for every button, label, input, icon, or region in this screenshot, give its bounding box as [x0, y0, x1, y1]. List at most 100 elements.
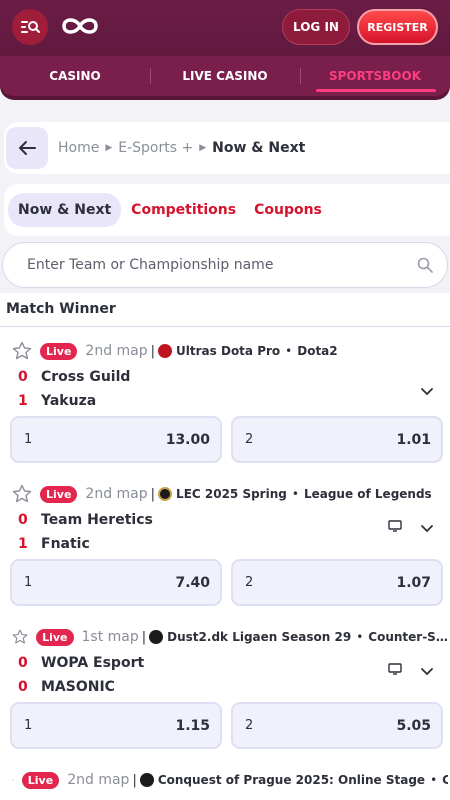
away-team-row[interactable]: 1 Yakuza: [18, 393, 96, 409]
event-header: Live 2nd map | Conquest of Prague 2025: …: [12, 770, 448, 790]
breadcrumb: Home ▶ E-Sports + ▶ Now & Next: [58, 140, 305, 156]
menu-search-button[interactable]: [12, 9, 48, 45]
nav-item-sportsbook[interactable]: SPORTSBOOK: [300, 56, 450, 96]
competition-name[interactable]: LEC 2025 Spring: [176, 487, 287, 501]
league-of-legends-icon: [158, 487, 173, 501]
selection-label: 1: [24, 718, 33, 733]
game-name: Counter…: [442, 773, 448, 787]
away-team-row[interactable]: 0 MASONIC: [18, 679, 115, 695]
selection-label: 1: [24, 432, 33, 447]
separator: |: [132, 772, 137, 788]
home-team-row[interactable]: 0 Cross Guild: [18, 369, 130, 385]
odds-price: 1.15: [175, 717, 210, 734]
home-team: WOPA Esport: [41, 655, 145, 671]
tab-competitions[interactable]: Competitions: [131, 202, 236, 218]
separator: •: [285, 344, 293, 358]
event-period: 2nd map: [85, 486, 148, 502]
separator: •: [356, 630, 364, 644]
breadcrumb-separator-icon: ▶: [199, 143, 207, 153]
tv-stream-icon[interactable]: [388, 663, 402, 675]
chevron-down-icon[interactable]: [420, 667, 434, 677]
odds-button-away[interactable]: 2 5.05: [231, 702, 443, 749]
odds-button-home[interactable]: 1 7.40: [10, 559, 222, 606]
competition-name[interactable]: Conquest of Prague 2025: Online Stage: [158, 773, 425, 787]
login-button[interactable]: LOG IN: [282, 9, 350, 45]
event-header: Live 2nd map | LEC 2025 Spring • League …: [12, 484, 448, 504]
event-card: Live 2nd map | LEC 2025 Spring • League …: [0, 470, 450, 613]
game-name: Counter-Strike: [368, 630, 448, 644]
breadcrumb-esports[interactable]: E-Sports +: [118, 140, 193, 156]
star-icon[interactable]: [12, 341, 32, 361]
tab-now-next[interactable]: Now & Next: [8, 193, 122, 227]
selection-label: 2: [245, 718, 254, 733]
away-team-row[interactable]: 1 Fnatic: [18, 536, 90, 552]
game-name: League of Legends: [303, 487, 432, 501]
star-icon[interactable]: [12, 770, 14, 790]
competition-name[interactable]: Dust2.dk Ligaen Season 29: [167, 630, 351, 644]
top-header: LOG IN REGISTER CASINO LIVE CASINO SPORT…: [0, 0, 450, 100]
search-input[interactable]: [27, 257, 407, 273]
event-header: Live 1st map | Dust2.dk Ligaen Season 29…: [12, 627, 448, 647]
breadcrumb-home[interactable]: Home: [58, 140, 99, 156]
tab-coupons[interactable]: Coupons: [254, 202, 322, 218]
home-score: 0: [18, 655, 28, 671]
odds-price: 7.40: [175, 574, 210, 591]
home-score: 0: [18, 512, 28, 528]
counter-strike-icon: [139, 773, 154, 787]
star-icon[interactable]: [12, 484, 32, 504]
odds-button-home[interactable]: 1 1.15: [10, 702, 222, 749]
event-card: Live 1st map | Dust2.dk Ligaen Season 29…: [0, 613, 450, 756]
event-card: Live 2nd map | Conquest of Prague 2025: …: [0, 756, 450, 800]
home-team-row[interactable]: 0 Team Heretics: [18, 512, 153, 528]
odds-button-away[interactable]: 2 1.01: [231, 416, 443, 463]
back-button[interactable]: [6, 127, 48, 169]
selection-label: 1: [24, 575, 33, 590]
breadcrumb-current: Now & Next: [212, 140, 306, 156]
register-button[interactable]: REGISTER: [357, 9, 438, 45]
odds-button-home[interactable]: 1 13.00: [10, 416, 222, 463]
event-period: 2nd map: [67, 772, 130, 788]
odds-price: 13.00: [165, 431, 210, 448]
brand-logo[interactable]: [60, 12, 100, 40]
arrow-left-icon: [19, 141, 36, 155]
home-team-row[interactable]: 0 WOPA Esport: [18, 655, 144, 671]
away-score: 1: [18, 536, 28, 552]
odds-price: 1.01: [396, 431, 431, 448]
tv-stream-icon[interactable]: [388, 520, 402, 532]
home-score: 0: [18, 369, 28, 385]
game-name: Dota2: [297, 344, 338, 358]
nav-item-live-casino[interactable]: LIVE CASINO: [150, 56, 300, 96]
market-label: Match Winner: [6, 301, 116, 317]
away-team: Fnatic: [41, 536, 90, 552]
section-tabs: Now & Next Competitions Coupons: [4, 184, 450, 236]
chevron-down-icon[interactable]: [420, 387, 434, 397]
live-badge: Live: [21, 771, 60, 789]
selection-label: 2: [245, 432, 254, 447]
live-badge: Live: [40, 342, 78, 360]
odds-price: 1.07: [396, 574, 431, 591]
nav-item-casino[interactable]: CASINO: [0, 56, 150, 96]
search-bar: [2, 242, 448, 288]
away-team: MASONIC: [41, 679, 115, 695]
separator: •: [291, 487, 299, 501]
search-icon[interactable]: [417, 257, 433, 273]
home-team: Cross Guild: [41, 369, 131, 385]
selection-label: 2: [245, 575, 254, 590]
odds-button-away[interactable]: 2 1.07: [231, 559, 443, 606]
competition-name[interactable]: Ultras Dota Pro: [176, 344, 280, 358]
event-period: 1st map: [81, 629, 139, 645]
star-icon[interactable]: [12, 627, 28, 647]
dota2-icon: [158, 344, 173, 358]
live-badge: Live: [40, 485, 78, 503]
event-period: 2nd map: [85, 343, 148, 359]
away-team: Yakuza: [41, 393, 97, 409]
separator: |: [150, 486, 156, 502]
odds-price: 5.05: [396, 717, 431, 734]
event-list: Match Winner Live 2nd map | Ultras Dota …: [0, 293, 450, 800]
counter-strike-icon: [149, 630, 164, 644]
away-score: 0: [18, 679, 28, 695]
separator: |: [150, 343, 156, 359]
away-score: 1: [18, 393, 28, 409]
chevron-down-icon[interactable]: [420, 524, 434, 534]
separator: •: [430, 773, 438, 787]
